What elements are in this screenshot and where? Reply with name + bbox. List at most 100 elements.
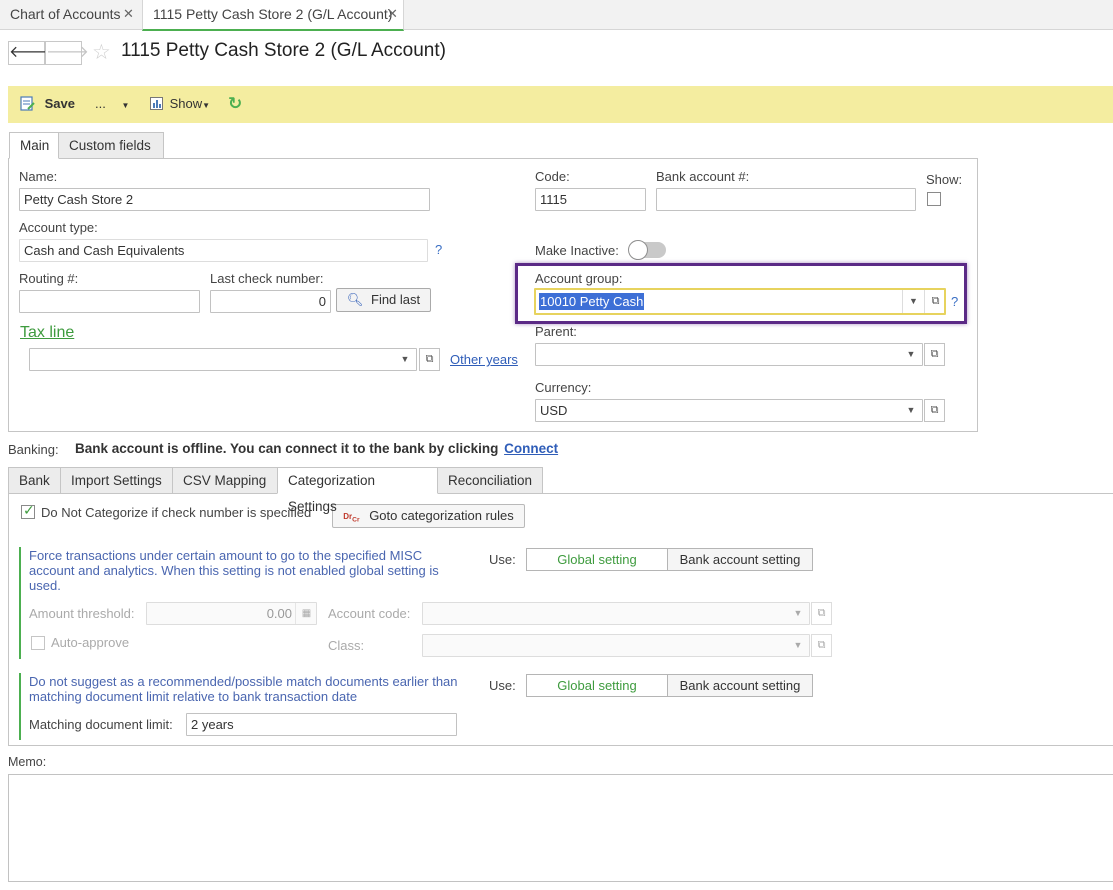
tab-main[interactable]: Main xyxy=(9,132,59,159)
parent-label: Parent: xyxy=(535,324,577,339)
refresh-icon[interactable]: ↻ xyxy=(228,86,242,123)
account-type-label: Account type: xyxy=(19,220,98,235)
tab-label: 1115 Petty Cash Store 2 (G/L Account) xyxy=(153,6,393,22)
do-not-categorize-label: Do Not Categorize if check number is spe… xyxy=(41,505,312,520)
close-icon[interactable]: ✕ xyxy=(123,0,134,28)
matching-limit-field[interactable]: 2 years xyxy=(186,713,457,736)
account-group-field[interactable]: 10010 Petty Cash ▼ ⧉ xyxy=(534,288,946,315)
memo-field[interactable] xyxy=(8,774,1113,882)
goto-categorization-rules-button[interactable]: DrCr Goto categorization rules xyxy=(332,504,525,528)
tab-bank[interactable]: Bank xyxy=(8,467,61,494)
tab-custom-fields[interactable]: Custom fields xyxy=(58,132,164,159)
amount-threshold-value: 0.00 xyxy=(266,606,292,621)
chevron-down-icon[interactable]: ▼ xyxy=(394,349,416,370)
report-icon xyxy=(150,97,163,110)
class-field[interactable]: ▼ xyxy=(422,634,810,657)
command-toolbar: Save ... ▼ Show▼ ↻ xyxy=(8,86,1113,123)
open-icon[interactable]: ⧉ xyxy=(924,399,945,422)
matching-limit-description: Do not suggest as a recommended/possible… xyxy=(29,674,458,704)
tab-chart-of-accounts[interactable]: Chart of Accounts ✕ xyxy=(0,0,142,30)
checkmark-icon: ✓ xyxy=(23,502,35,518)
toggle-knob xyxy=(628,240,648,260)
show-menu-button[interactable]: Show▼ xyxy=(150,86,210,123)
tab-csv-mapping[interactable]: CSV Mapping xyxy=(172,467,278,494)
do-not-categorize-checkbox[interactable]: ✓ xyxy=(21,502,35,519)
section-accent-bar xyxy=(19,547,21,659)
other-years-link[interactable]: Other years xyxy=(450,352,518,367)
find-last-label: Find last xyxy=(371,292,421,307)
open-icon[interactable]: ⧉ xyxy=(811,602,832,625)
show-label: Show: xyxy=(926,172,963,187)
tab-reconciliation[interactable]: Reconciliation xyxy=(437,467,543,494)
use-label: Use: xyxy=(489,678,516,693)
tab-gl-account[interactable]: 1115 Petty Cash Store 2 (G/L Account) ✕ xyxy=(142,0,404,31)
tab-import-settings[interactable]: Import Settings xyxy=(60,467,173,494)
code-field[interactable]: 1115 xyxy=(535,188,646,211)
amount-threshold-field[interactable]: 0.00 ▦ xyxy=(146,602,317,625)
connect-link[interactable]: Connect xyxy=(504,441,558,456)
more-actions-button[interactable]: ... ▼ xyxy=(95,86,129,123)
bank-account-setting-option[interactable]: Bank account setting xyxy=(667,548,813,571)
banking-message-text: Bank account is offline. You can connect… xyxy=(75,441,499,456)
caret-down-icon: ▼ xyxy=(202,101,211,110)
page-title: 1115 Petty Cash Store 2 (G/L Account) xyxy=(121,40,446,61)
save-button[interactable]: Save xyxy=(20,86,75,123)
use-label: Use: xyxy=(489,552,516,567)
chevron-down-icon[interactable]: ▼ xyxy=(787,635,809,656)
more-label: ... xyxy=(95,96,106,111)
chevron-down-icon[interactable]: ▼ xyxy=(902,290,924,313)
help-icon[interactable]: ? xyxy=(951,294,958,309)
last-check-field[interactable]: 0 xyxy=(210,290,331,313)
account-type-field[interactable]: Cash and Cash Equivalents xyxy=(19,239,428,262)
caret-down-icon: ▼ xyxy=(121,101,130,110)
open-icon[interactable]: ⧉ xyxy=(419,348,440,371)
currency-value: USD xyxy=(540,403,568,418)
make-inactive-label: Make Inactive: xyxy=(535,243,619,258)
auto-approve-checkbox[interactable] xyxy=(31,636,45,650)
code-label: Code: xyxy=(535,169,570,184)
chevron-down-icon[interactable]: ▼ xyxy=(787,603,809,624)
open-icon[interactable]: ⧉ xyxy=(924,290,944,313)
calculator-icon[interactable]: ▦ xyxy=(295,603,316,624)
auto-approve-label: Auto-approve xyxy=(51,635,130,650)
tab-label: Chart of Accounts xyxy=(10,6,121,22)
class-label: Class: xyxy=(328,638,365,653)
tab-categorization-settings[interactable]: Categorization Settings xyxy=(277,467,438,514)
find-last-button[interactable]: 🔍︎ Find last xyxy=(336,288,431,312)
make-inactive-toggle[interactable] xyxy=(628,240,666,260)
global-setting-option[interactable]: Global setting xyxy=(526,548,668,571)
name-field[interactable]: Petty Cash Store 2 xyxy=(19,188,430,211)
last-check-label: Last check number: xyxy=(210,271,324,286)
amount-threshold-label: Amount threshold: xyxy=(29,606,135,621)
routing-label: Routing #: xyxy=(19,271,79,286)
show-label: Show xyxy=(169,96,203,111)
tax-line-link[interactable]: Tax line xyxy=(20,324,74,342)
currency-field[interactable]: USD ▼ xyxy=(535,399,923,422)
routing-field[interactable] xyxy=(19,290,200,313)
open-icon[interactable]: ⧉ xyxy=(924,343,945,366)
tax-line-field[interactable]: ▼ xyxy=(29,348,417,371)
back-button[interactable]: 🡐 xyxy=(8,41,52,65)
chevron-down-icon[interactable]: ▼ xyxy=(900,400,922,421)
memo-label: Memo: xyxy=(8,755,47,769)
force-transactions-description: Force transactions under certain amount … xyxy=(29,548,439,593)
bank-account-setting-option[interactable]: Bank account setting xyxy=(667,674,813,697)
forward-button[interactable]: 🡒 xyxy=(45,41,89,65)
global-setting-option[interactable]: Global setting xyxy=(526,674,668,697)
favorite-star-icon[interactable]: ☆ xyxy=(92,40,111,65)
account-group-value: 10010 Petty Cash xyxy=(539,293,645,310)
name-label: Name: xyxy=(19,169,58,184)
chevron-down-icon[interactable]: ▼ xyxy=(900,344,922,365)
parent-field[interactable]: ▼ xyxy=(535,343,923,366)
arrow-right-icon: 🡒 xyxy=(46,44,89,61)
show-checkbox[interactable] xyxy=(927,192,941,206)
currency-label: Currency: xyxy=(535,380,592,395)
account-code-field[interactable]: ▼ xyxy=(422,602,810,625)
open-icon[interactable]: ⧉ xyxy=(811,634,832,657)
close-icon[interactable]: ✕ xyxy=(387,0,398,28)
help-icon[interactable]: ? xyxy=(435,242,442,257)
section-accent-bar xyxy=(19,673,21,740)
account-code-label: Account code: xyxy=(328,606,411,621)
bank-account-field[interactable] xyxy=(656,188,916,211)
matching-limit-label: Matching document limit: xyxy=(29,717,173,732)
